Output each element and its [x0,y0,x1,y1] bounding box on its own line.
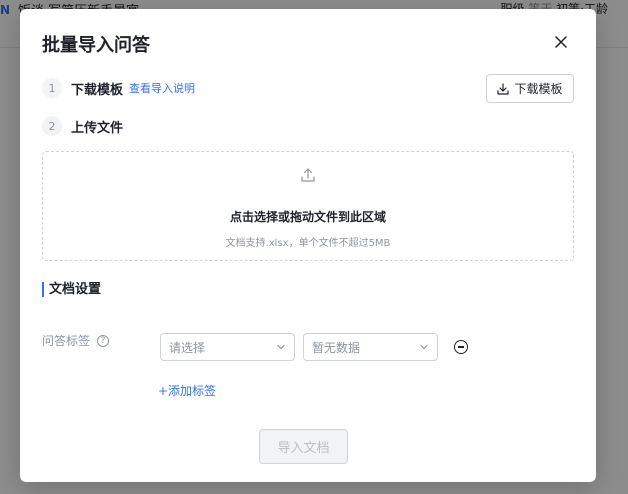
import-document-button[interactable]: 导入文档 [259,429,348,464]
qa-tag-label-row: 问答标签 ? [42,332,110,349]
step-number: 2 [42,116,62,136]
tag-select-secondary-placeholder: 暂无数据 [312,340,361,355]
step-label: 上传文件 [71,120,124,136]
minus-circle-icon [458,346,464,348]
import-instructions-link[interactable]: 查看导入说明 [129,80,195,96]
close-button[interactable] [550,31,572,53]
download-icon [497,82,510,95]
tag-select-primary-placeholder: 请选择 [169,340,206,355]
tag-select-secondary[interactable]: 暂无数据 [303,333,438,361]
document-settings-title: 文档设置 [42,282,101,297]
dialog-title: 批量导入问答 [42,35,150,56]
chevron-down-icon [420,344,428,350]
download-template-label: 下载模板 [514,82,563,96]
qa-tag-label: 问答标签 [42,334,91,348]
step-label: 下载模板 [71,82,124,98]
upload-icon [301,168,315,182]
step-number: 1 [42,78,62,98]
remove-tag-button[interactable] [454,340,468,354]
batch-import-dialog: 批量导入问答 1 下载模板 查看导入说明 下载模板 2 上传文件 点击选择或拖动… [20,9,596,482]
help-icon[interactable]: ? [97,334,110,347]
step-upload-file: 2 上传文件 [42,116,123,136]
dropzone-hint: 文档支持.xlsx，单个文件不超过5MB [225,238,391,249]
chevron-down-icon [277,344,285,350]
close-icon [555,36,567,48]
step-download-template: 1 下载模板 查看导入说明 [42,78,195,98]
download-template-button[interactable]: 下载模板 [486,74,574,103]
file-dropzone[interactable]: 点击选择或拖动文件到此区域 文档支持.xlsx，单个文件不超过5MB [42,151,574,261]
add-tag-link[interactable]: +添加标签 [158,382,216,399]
tag-select-primary[interactable]: 请选择 [160,333,295,361]
dropzone-main-text: 点击选择或拖动文件到此区域 [229,210,386,224]
